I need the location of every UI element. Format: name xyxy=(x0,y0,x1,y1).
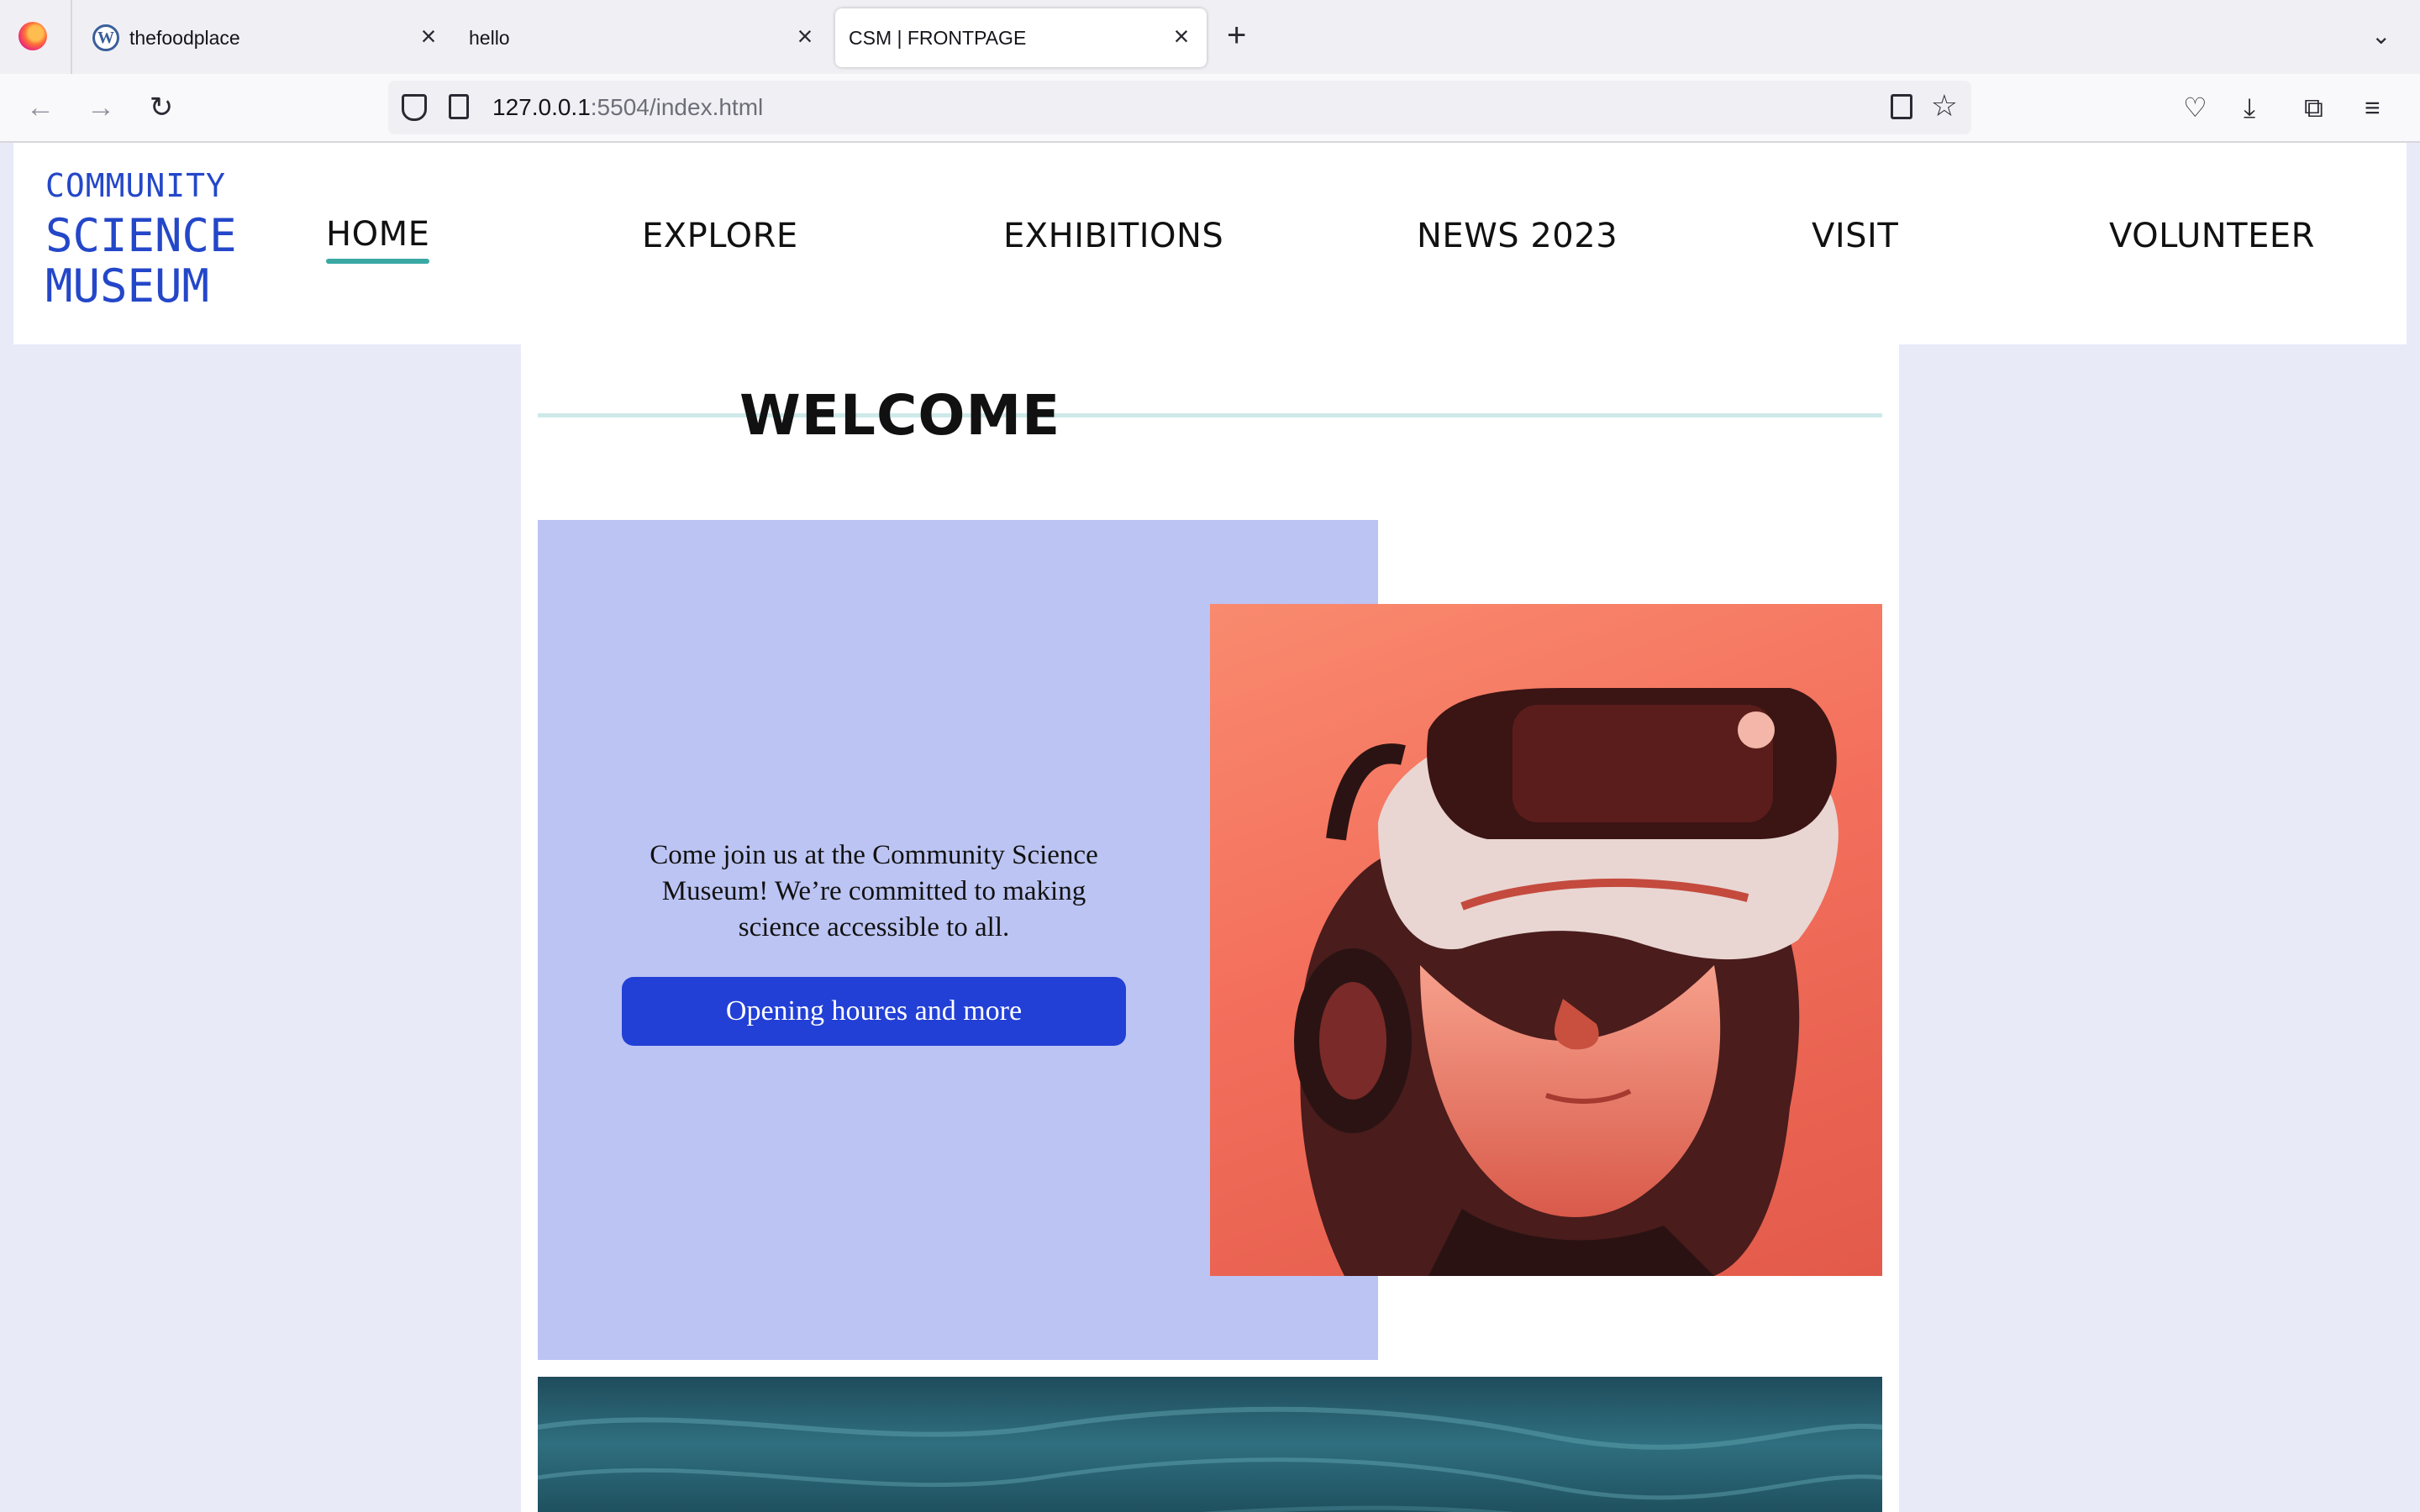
shield-icon[interactable] xyxy=(402,94,427,121)
close-icon[interactable]: × xyxy=(415,23,442,50)
page-viewport: COMMUNITY SCIENCE MUSEUM HOME EXPLORE EX… xyxy=(0,143,2420,1512)
ocean-photo xyxy=(538,1377,1882,1512)
tab-title: CSM | FRONTPAGE xyxy=(849,26,1027,49)
welcome-heading: WELCOME xyxy=(739,383,1061,448)
logo-line-3: MUSEUM xyxy=(45,260,210,312)
main-content: WELCOME Come join us at the Community Sc… xyxy=(521,344,1899,1512)
tab-thefoodplace[interactable]: thefoodplace × xyxy=(84,8,454,67)
extensions-icon[interactable]: ⧉ xyxy=(2304,91,2323,124)
navigation-toolbar: ← → ↻ 127.0.0.1:5504/index.html ☆ ♡ ⤓ ⧉ … xyxy=(0,74,2420,143)
chevron-down-icon[interactable]: ⌄ xyxy=(2371,22,2391,50)
download-icon[interactable]: ⤓ xyxy=(2244,91,2255,124)
ocean-waves-illustration xyxy=(538,1406,1882,1512)
new-tab-plus-icon[interactable]: + xyxy=(1227,18,1246,52)
nav-news-2023[interactable]: NEWS 2023 xyxy=(1417,217,1618,255)
tab-separator xyxy=(71,0,72,74)
tab-strip: thefoodplace × hello × CSM | FRONTPAGE ×… xyxy=(0,0,2420,74)
logo-line-1: COMMUNITY xyxy=(45,167,226,204)
nav-home[interactable]: HOME xyxy=(326,215,430,264)
star-icon[interactable]: ☆ xyxy=(1931,91,1958,121)
reader-view-icon[interactable] xyxy=(1891,94,1912,119)
tab-title: thefoodplace xyxy=(129,26,240,49)
tab-hello[interactable]: hello × xyxy=(460,8,830,67)
close-icon[interactable]: × xyxy=(1168,23,1195,50)
page-icon[interactable] xyxy=(449,94,469,119)
site-logo[interactable]: COMMUNITY SCIENCE MUSEUM xyxy=(45,170,237,309)
url-bar[interactable]: 127.0.0.1:5504/index.html ☆ xyxy=(388,81,1971,134)
url-host: 127.0.0.1 xyxy=(492,94,591,120)
tab-csm-frontpage[interactable]: CSM | FRONTPAGE × xyxy=(835,8,1207,67)
nav-explore[interactable]: EXPLORE xyxy=(642,217,798,255)
reload-icon[interactable]: ↻ xyxy=(145,91,178,124)
forward-arrow-icon[interactable]: → xyxy=(84,91,118,124)
url-path: :5504/index.html xyxy=(590,94,764,120)
logo-line-2: SCIENCE xyxy=(45,209,237,262)
vr-headset-photo xyxy=(1210,604,1882,1276)
nav-exhibitions[interactable]: EXHIBITIONS xyxy=(1003,217,1223,255)
url-text[interactable]: 127.0.0.1:5504/index.html xyxy=(492,94,763,121)
site-header: COMMUNITY SCIENCE MUSEUM HOME EXPLORE EX… xyxy=(13,143,2407,344)
close-icon[interactable]: × xyxy=(792,23,818,50)
nav-volunteer[interactable]: VOLUNTEER xyxy=(2109,217,2315,255)
pocket-icon[interactable]: ♡ xyxy=(2183,91,2207,124)
opening-hours-button[interactable]: Opening houres and more xyxy=(622,977,1126,1046)
menu-icon[interactable]: ≡ xyxy=(2365,91,2381,124)
vr-photo-illustration xyxy=(1294,688,1839,1276)
hero-text: Come join us at the Community Science Mu… xyxy=(650,840,1098,942)
back-arrow-icon[interactable]: ← xyxy=(24,91,57,124)
nav-visit[interactable]: VISIT xyxy=(1812,217,1898,255)
firefox-icon[interactable] xyxy=(18,22,47,50)
tab-title: hello xyxy=(469,26,510,49)
wordpress-icon xyxy=(92,24,119,51)
